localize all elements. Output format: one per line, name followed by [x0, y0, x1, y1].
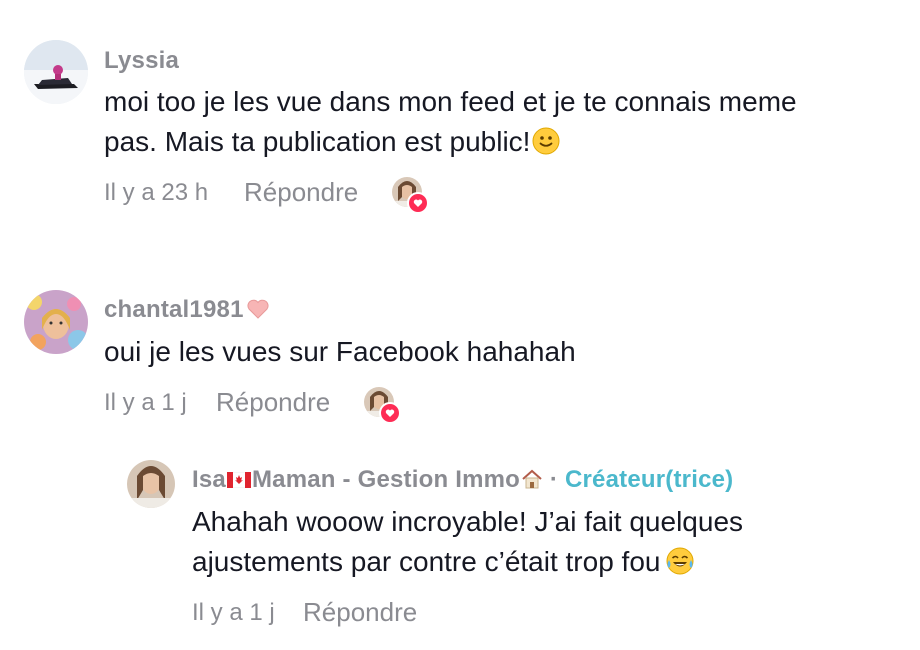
snowmobile-avatar-image	[24, 40, 88, 104]
creator-avatar-image	[127, 460, 175, 508]
creator-like-heart-icon	[379, 402, 401, 424]
reply-separator: ·	[549, 466, 559, 493]
reply-text-line-1: Ahahah wooow incroyable! J’ai fait quelq…	[192, 506, 744, 537]
reply-username-part2: Maman - Gestion Immo	[251, 466, 521, 493]
comment-username-text: chantal1981	[104, 296, 244, 323]
comment-username[interactable]: Lyssia	[104, 47, 179, 75]
reply-text-line-2: ajustements par contre c’était trop fou	[192, 542, 694, 582]
reply-username-part1: Isa	[192, 466, 226, 493]
creator-liked-avatar	[392, 177, 429, 214]
reply-button[interactable]: Répondre	[244, 177, 358, 208]
slightly-smiling-face-icon	[532, 127, 560, 155]
creator-liked-avatar	[364, 387, 401, 424]
house-icon	[522, 469, 542, 489]
pink-heart-icon	[247, 299, 269, 319]
comment-timestamp: Il y a 1 j	[104, 389, 187, 416]
reply-text-line-2-text: ajustements par contre c’était trop fou	[192, 546, 661, 577]
creator-label: Créateur(trice)	[564, 466, 734, 493]
comment-text-line-2: pas. Mais ta publication est public!	[104, 122, 560, 162]
avatar-creator[interactable]	[127, 460, 175, 508]
canada-flag-icon	[226, 472, 251, 488]
avatar-chantal1981[interactable]	[24, 290, 88, 354]
comment-text-line-1: moi too je les vue dans mon feed et je t…	[104, 86, 797, 117]
comment-timestamp: Il y a 23 h	[104, 179, 209, 206]
reply-button[interactable]: Répondre	[216, 387, 330, 418]
comment-username[interactable]: chantal1981	[104, 296, 270, 324]
reply-button[interactable]: Répondre	[303, 597, 417, 628]
avatar-lyssia[interactable]	[24, 40, 88, 104]
tears-of-joy-icon	[666, 547, 694, 575]
comment-text-line-2-text: pas. Mais ta publication est public!	[104, 126, 531, 157]
creator-like-heart-icon	[407, 192, 429, 214]
reply-timestamp: Il y a 1 j	[192, 599, 275, 626]
chantal-avatar-image	[24, 290, 88, 354]
reply-username[interactable]: Isa Maman - Gestion Immo · Créateur(tric…	[192, 466, 733, 494]
comment-text-line-1: oui je les vues sur Facebook hahahah	[104, 336, 576, 367]
